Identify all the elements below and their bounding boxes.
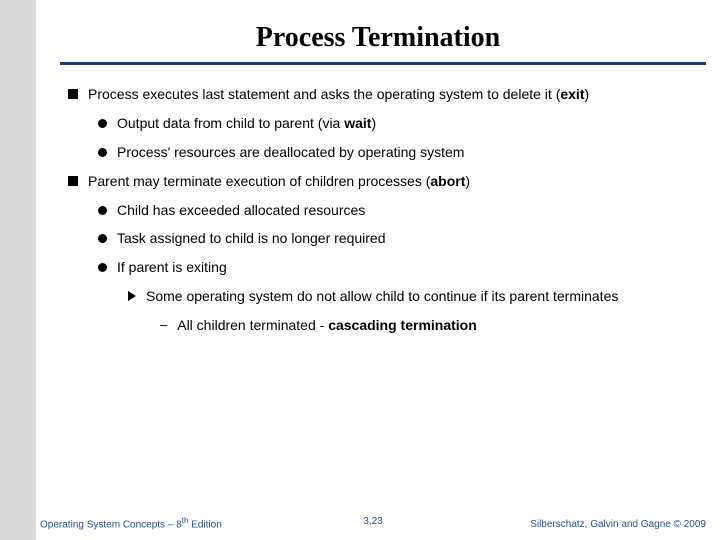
bullet-l2: Process' resources are deallocated by op… (98, 143, 696, 162)
bullet-text: Task assigned to child is no longer requ… (117, 229, 696, 248)
bullet-l2: Task assigned to child is no longer requ… (98, 229, 696, 248)
circle-bullet-icon (98, 148, 107, 157)
slide-title: Process Termination (36, 22, 720, 54)
arrow-bullet-icon (128, 291, 136, 301)
bullet-text: Child has exceeded allocated resources (117, 201, 696, 220)
bullet-l1: Process executes last statement and asks… (68, 85, 696, 104)
circle-bullet-icon (98, 263, 107, 272)
bullet-l2: Output data from child to parent (via wa… (98, 114, 696, 133)
circle-bullet-icon (98, 206, 107, 215)
title-rule (60, 62, 706, 65)
bullet-l3: Some operating system do not allow child… (128, 287, 696, 306)
bullet-l2: Child has exceeded allocated resources (98, 201, 696, 220)
bullet-text: If parent is exiting (117, 258, 696, 277)
bullet-text: All children terminated - cascading term… (177, 316, 696, 335)
square-bullet-icon (68, 176, 78, 186)
bullet-text: Process executes last statement and asks… (88, 85, 696, 104)
bullet-l1: Parent may terminate execution of childr… (68, 172, 696, 191)
slide-body: Process executes last statement and asks… (68, 85, 696, 345)
bullet-text: Parent may terminate execution of childr… (88, 172, 696, 191)
bullet-l4: – All children terminated - cascading te… (160, 316, 696, 335)
dash-bullet-icon: – (160, 316, 167, 335)
sidebar-strip (0, 0, 36, 540)
bullet-text: Output data from child to parent (via wa… (117, 114, 696, 133)
bullet-l2: If parent is exiting (98, 258, 696, 277)
square-bullet-icon (68, 89, 78, 99)
circle-bullet-icon (98, 119, 107, 128)
page-number: 3.23 (40, 516, 706, 527)
slide-footer: 3.23 Operating System Concepts – 8th Edi… (40, 516, 706, 530)
bullet-text: Some operating system do not allow child… (146, 287, 696, 306)
circle-bullet-icon (98, 234, 107, 243)
bullet-text: Process' resources are deallocated by op… (117, 143, 696, 162)
